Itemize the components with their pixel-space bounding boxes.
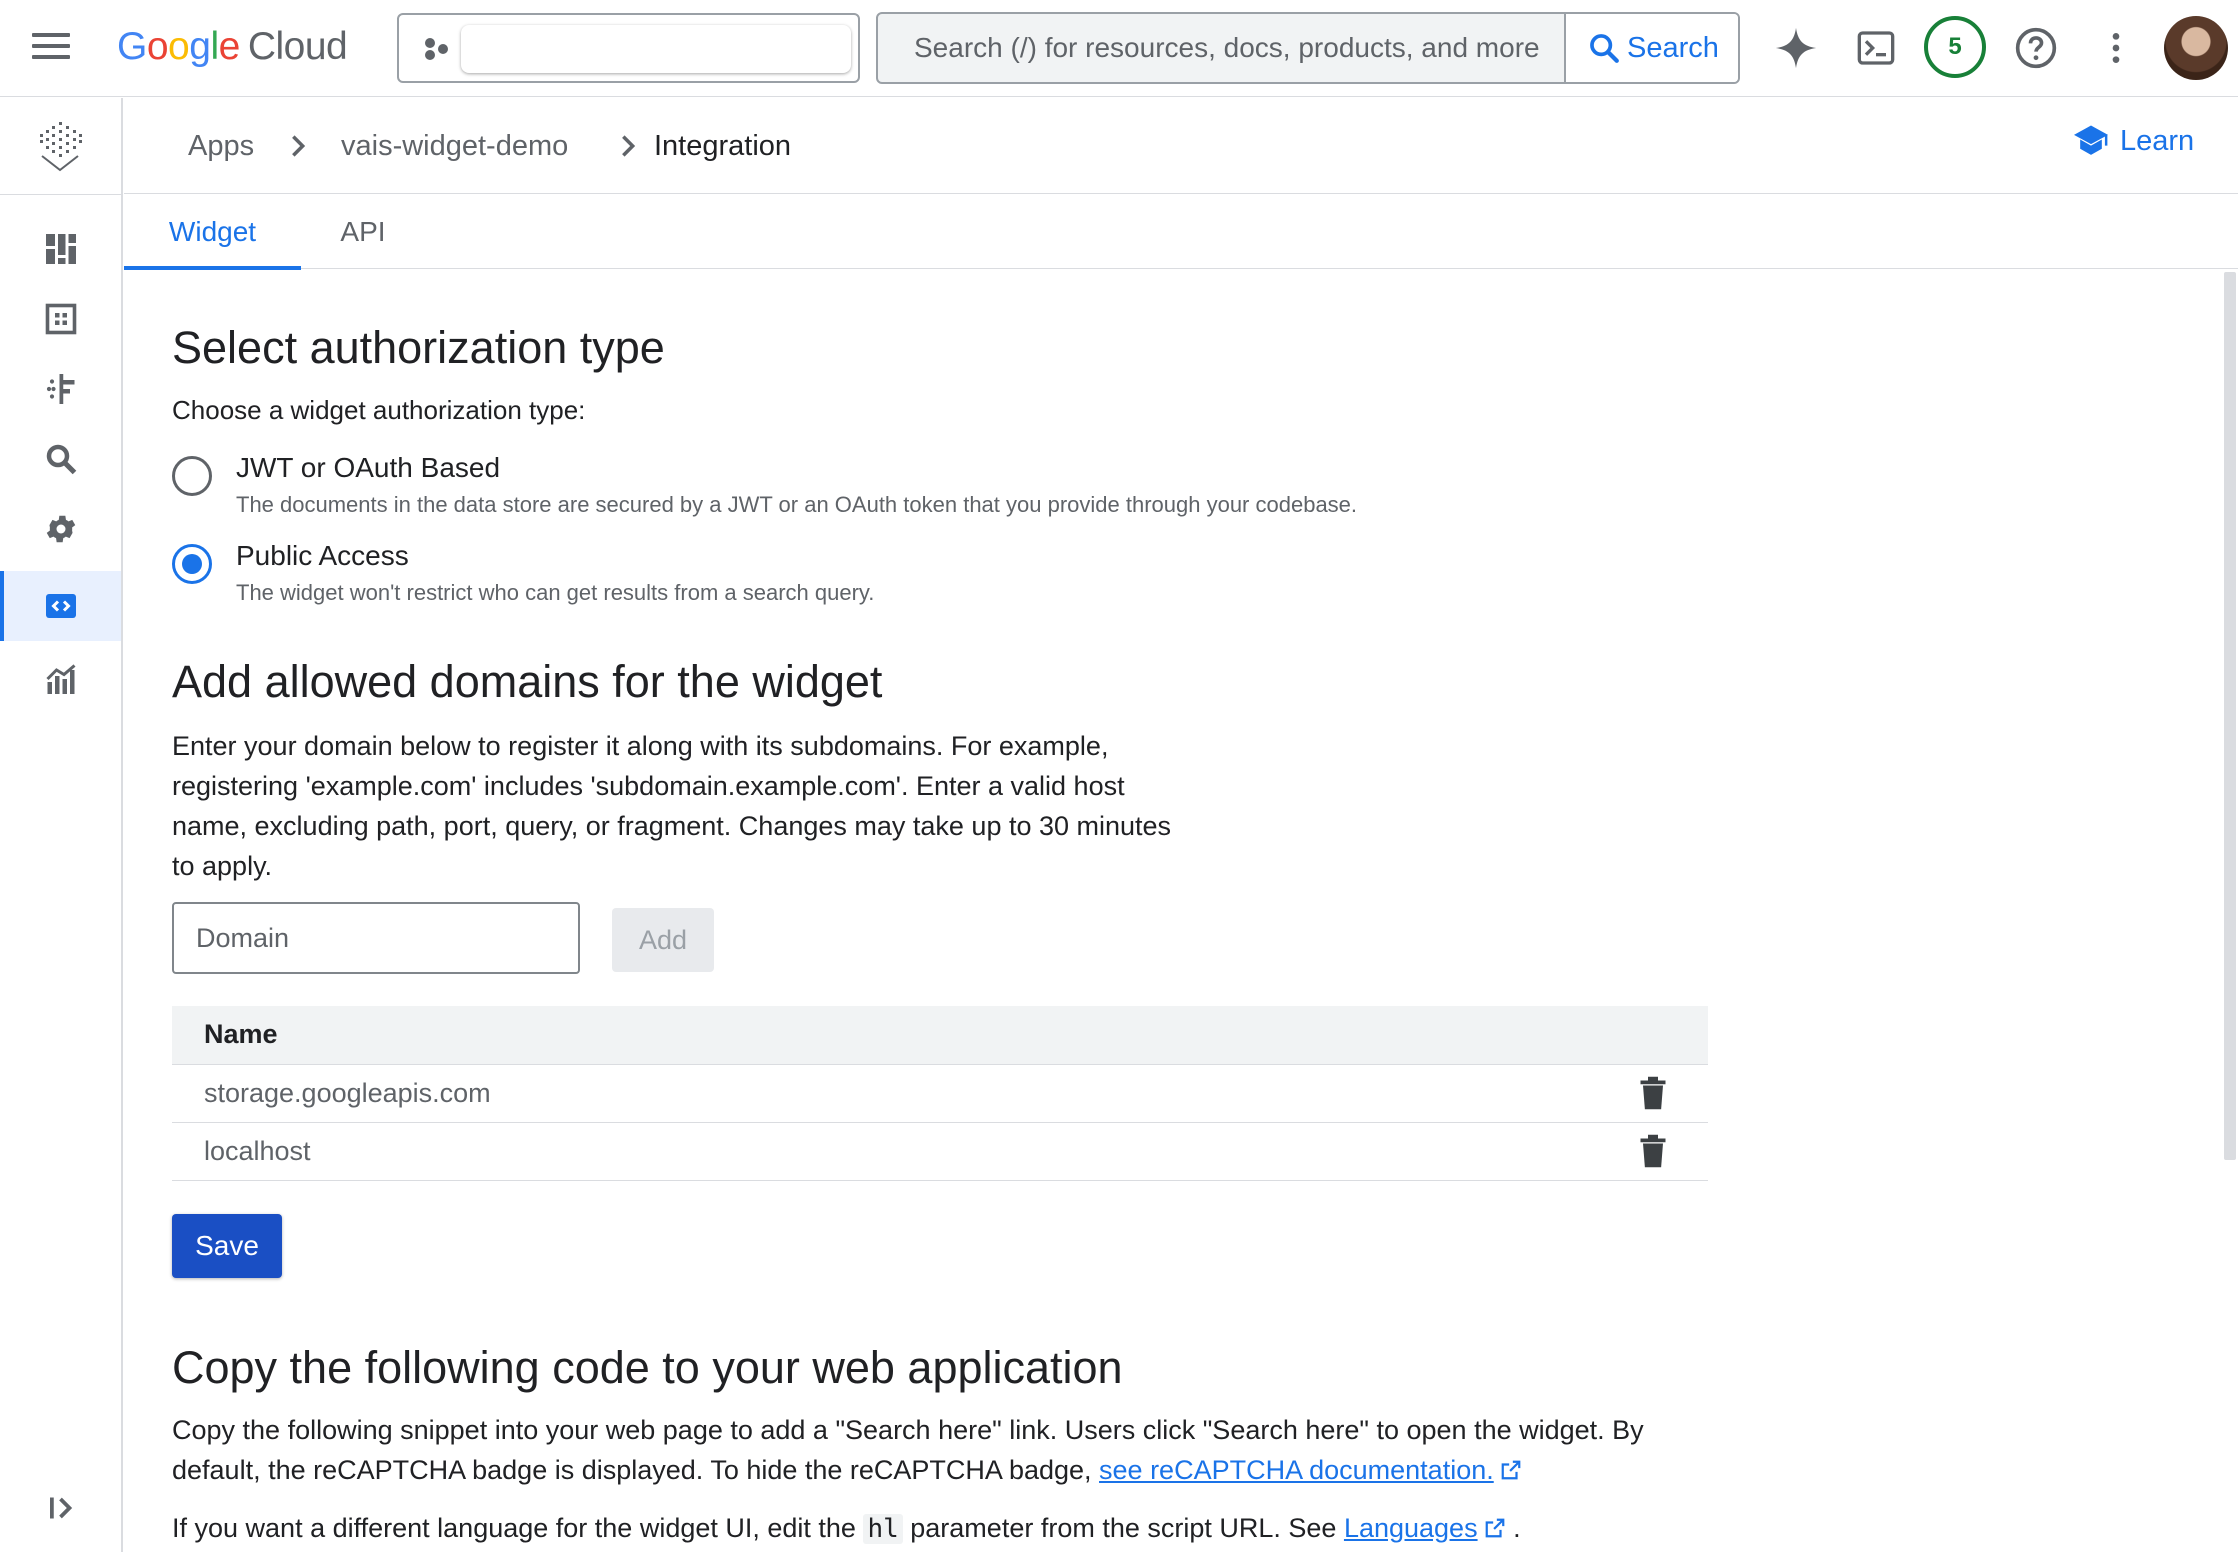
radio-public-description: The widget won't restrict who can get re… bbox=[236, 580, 875, 605]
notifications-count: 5 bbox=[1948, 33, 1962, 60]
settings-icon bbox=[46, 515, 75, 543]
sidebar-item-settings[interactable] bbox=[0, 494, 121, 564]
menu-icon[interactable] bbox=[32, 33, 70, 63]
logo-letter: g bbox=[189, 25, 211, 68]
logo-cloud-text: Cloud bbox=[247, 25, 348, 68]
logo-letter: G bbox=[117, 25, 147, 68]
radio-jwt[interactable] bbox=[172, 456, 212, 496]
auth-section-title: Select authorization type bbox=[172, 322, 665, 373]
school-icon bbox=[2074, 125, 2108, 155]
auth-option-public[interactable]: Public Access The widget won't restrict … bbox=[172, 540, 874, 605]
domain-input[interactable] bbox=[172, 902, 580, 974]
help-button[interactable] bbox=[2010, 22, 2062, 74]
avatar[interactable] bbox=[2164, 16, 2228, 80]
language-note-text-2: parameter from the script URL. See bbox=[902, 1513, 1344, 1543]
logo-letter: e bbox=[218, 25, 241, 68]
data-icon bbox=[45, 303, 76, 335]
help-icon bbox=[2015, 27, 2057, 69]
logo-letter: l bbox=[210, 25, 219, 68]
auth-prompt: Choose a widget authorization type: bbox=[172, 395, 586, 425]
sidebar-item-configurations[interactable] bbox=[0, 354, 121, 424]
domain-name: storage.googleapis.com bbox=[172, 1064, 1598, 1123]
languages-link[interactable]: Languages bbox=[1344, 1513, 1478, 1543]
domains-table: Name storage.googleapis.com localhost bbox=[172, 1006, 1708, 1181]
project-picker-field[interactable] bbox=[461, 25, 851, 73]
sidebar-divider bbox=[0, 194, 123, 195]
resource-picker-icon bbox=[425, 38, 448, 60]
dashboard-icon bbox=[45, 234, 76, 264]
configurations-icon bbox=[46, 374, 74, 404]
language-note-text: If you want a different language for the… bbox=[172, 1513, 864, 1543]
table-header-row: Name bbox=[172, 1006, 1708, 1065]
radio-jwt-description: The documents in the data store are secu… bbox=[236, 492, 1358, 517]
open-in-new-icon bbox=[1485, 1518, 1504, 1538]
project-picker[interactable] bbox=[397, 13, 860, 83]
more-options-button[interactable] bbox=[2090, 22, 2142, 74]
breadcrumb-app[interactable]: vais-widget-demo bbox=[341, 128, 568, 164]
more-vert-icon bbox=[2112, 33, 2120, 63]
chevron-right-icon bbox=[622, 135, 636, 157]
search-button-label: Search bbox=[1627, 31, 1719, 64]
scrollbar[interactable] bbox=[2224, 272, 2236, 1160]
notifications-badge[interactable]: 5 bbox=[1924, 16, 1986, 78]
hl-parameter-code: hl bbox=[863, 1514, 903, 1544]
sidebar-item-analytics[interactable] bbox=[0, 644, 121, 714]
breadcrumb: Apps vais-widget-demo Integration Learn bbox=[124, 98, 2238, 194]
integration-icon bbox=[45, 594, 76, 618]
sidebar-item-dashboard[interactable] bbox=[0, 214, 121, 284]
domain-name: localhost bbox=[172, 1122, 1598, 1181]
cloud-shell-button[interactable] bbox=[1850, 22, 1902, 74]
add-domain-button[interactable]: Add bbox=[612, 908, 714, 972]
sidebar-item-data[interactable] bbox=[0, 284, 121, 354]
logo-letter: o bbox=[146, 25, 169, 68]
save-button[interactable]: Save bbox=[172, 1214, 282, 1278]
open-in-new-icon bbox=[1501, 1460, 1521, 1480]
delete-domain-button[interactable] bbox=[1598, 1064, 1708, 1123]
cloud-shell-icon bbox=[1857, 31, 1895, 65]
product-sidebar bbox=[0, 98, 123, 1552]
recaptcha-docs-link[interactable]: see reCAPTCHA documentation. bbox=[1099, 1455, 1494, 1485]
gemini-sparkle-icon bbox=[1775, 27, 1817, 69]
delete-domain-button[interactable] bbox=[1598, 1122, 1708, 1181]
top-app-bar: GoogleCloud Search 5 bbox=[0, 0, 2238, 97]
language-note-end: . bbox=[1505, 1513, 1521, 1543]
sidebar-item-preview[interactable] bbox=[0, 424, 121, 494]
chevron-right-icon bbox=[292, 135, 306, 157]
google-cloud-logo[interactable]: Google Cloud bbox=[117, 22, 348, 72]
tab-widget[interactable]: Widget bbox=[124, 195, 301, 270]
expand-nav-icon[interactable] bbox=[44, 1490, 80, 1526]
search-icon bbox=[1590, 34, 1619, 63]
domains-description: Enter your domain below to register it a… bbox=[172, 731, 1172, 881]
code-description: Copy the following snippet into your web… bbox=[172, 1410, 1732, 1490]
breadcrumb-current: Integration bbox=[654, 130, 792, 162]
search-button[interactable]: Search bbox=[1564, 14, 1738, 82]
radio-public-label: Public Access bbox=[236, 540, 409, 571]
trash-icon bbox=[1640, 1076, 1666, 1110]
trash-icon bbox=[1640, 1134, 1666, 1168]
domains-section-title: Add allowed domains for the widget bbox=[172, 656, 883, 707]
sidebar-item-integration[interactable] bbox=[0, 571, 121, 641]
breadcrumb-apps[interactable]: Apps bbox=[188, 128, 254, 164]
radio-public[interactable] bbox=[172, 544, 212, 584]
search-input[interactable] bbox=[878, 14, 1564, 82]
preview-search-icon bbox=[46, 444, 76, 475]
radio-jwt-label: JWT or OAuth Based bbox=[236, 452, 501, 483]
tab-api[interactable]: API bbox=[318, 195, 408, 269]
table-row: localhost bbox=[172, 1122, 1708, 1181]
code-section-title: Copy the following code to your web appl… bbox=[172, 1342, 1123, 1393]
logo-letter: o bbox=[168, 25, 190, 68]
language-note: If you want a different language for the… bbox=[172, 1508, 1732, 1549]
analytics-icon bbox=[45, 664, 75, 694]
learn-button[interactable]: Learn bbox=[2072, 124, 2194, 158]
agent-builder-logo-icon bbox=[40, 122, 82, 172]
table-row: storage.googleapis.com bbox=[172, 1064, 1708, 1123]
gemini-button[interactable] bbox=[1770, 22, 1822, 74]
learn-label: Learn bbox=[2120, 124, 2195, 157]
tab-bar: Widget API bbox=[124, 195, 2238, 270]
auth-option-jwt[interactable]: JWT or OAuth Based The documents in the … bbox=[172, 452, 1357, 517]
column-header-name: Name bbox=[172, 1006, 1708, 1065]
global-search: Search bbox=[876, 12, 1740, 84]
